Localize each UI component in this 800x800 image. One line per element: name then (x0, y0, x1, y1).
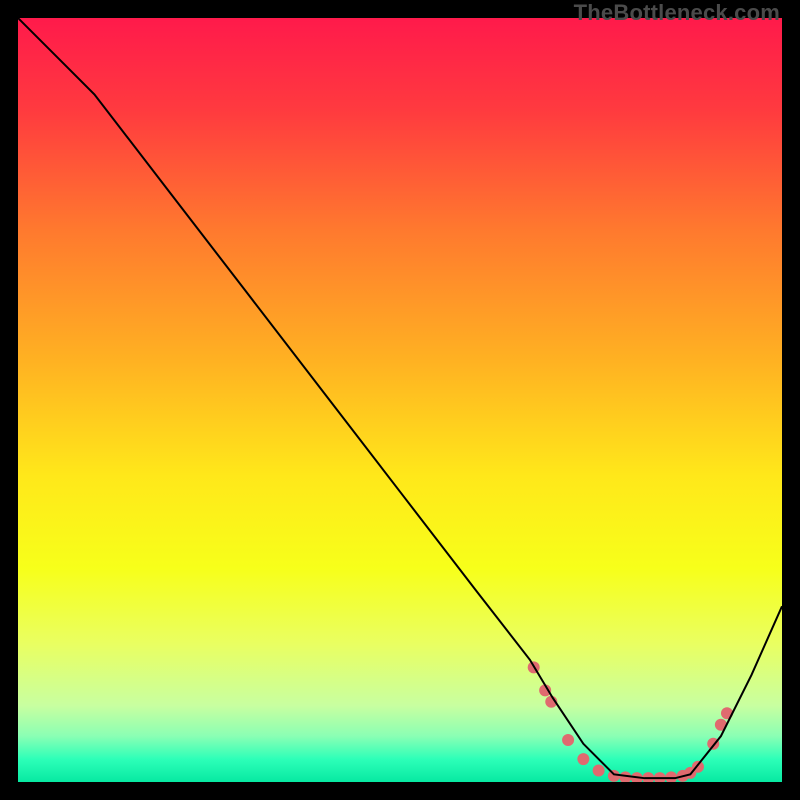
chart-svg (18, 18, 782, 782)
marker-dot (577, 753, 589, 765)
plot-frame (18, 18, 782, 782)
watermark-text: TheBottleneck.com (574, 0, 780, 26)
gradient-background (18, 18, 782, 782)
chart-stage: TheBottleneck.com (0, 0, 800, 800)
marker-dot (593, 765, 605, 777)
marker-dot (562, 734, 574, 746)
